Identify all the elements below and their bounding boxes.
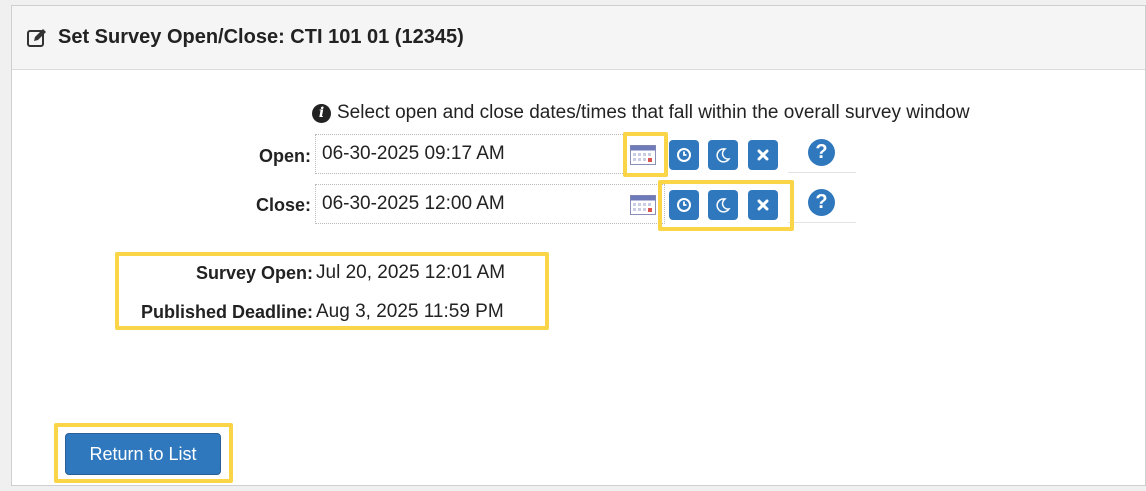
info-text: Select open and close dates/times that f… [337,102,970,123]
open-help-icon[interactable]: ? [808,139,835,166]
close-help-icon[interactable]: ? [808,189,835,216]
open-now-button[interactable] [669,140,699,170]
close-label: Close: [255,195,311,215]
return-to-list-button[interactable]: Return to List [65,433,221,475]
info-message: i Select open and close dates/times that… [312,102,970,124]
open-label: Open: [259,146,311,166]
open-date-input[interactable] [315,134,665,174]
published-deadline-label: Published Deadline: [140,302,313,322]
close-now-button[interactable] [669,190,699,220]
survey-open-label: Survey Open: [195,263,313,283]
edit-icon [26,27,48,49]
open-calendar-icon[interactable] [630,145,656,165]
close-icon [757,149,769,161]
moon-icon [716,148,731,163]
divider [788,172,856,173]
close-calendar-icon[interactable] [630,195,656,215]
close-clear-button[interactable] [748,190,778,220]
clock-icon [677,148,691,162]
survey-open-value: Jul 20, 2025 12:01 AM [316,262,506,283]
close-date-input[interactable] [315,184,665,224]
info-icon: i [312,103,331,123]
survey-open-close-panel: Set Survey Open/Close: CTI 101 01 (12345… [11,5,1146,486]
moon-icon [716,198,731,213]
published-deadline-value: Aug 3, 2025 11:59 PM [316,301,504,322]
close-icon [757,199,769,211]
page-title: Set Survey Open/Close: CTI 101 01 (12345… [58,26,464,48]
open-clear-button[interactable] [748,140,778,170]
divider [788,222,856,223]
panel-header: Set Survey Open/Close: CTI 101 01 (12345… [12,6,1145,70]
close-end-of-day-button[interactable] [708,190,738,220]
clock-icon [677,198,691,212]
open-end-of-day-button[interactable] [708,140,738,170]
